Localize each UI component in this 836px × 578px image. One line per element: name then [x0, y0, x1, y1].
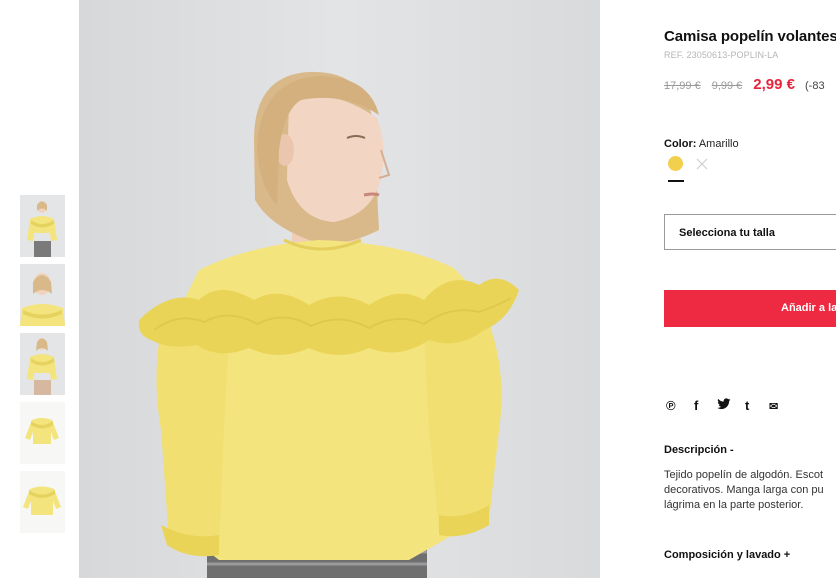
price-previous: 9,99 € — [711, 80, 743, 92]
email-icon[interactable]: ✉ — [769, 400, 778, 413]
facebook-icon[interactable]: f — [694, 398, 698, 413]
description-toggle[interactable]: Descripción - — [664, 444, 734, 456]
twitter-icon[interactable] — [717, 397, 731, 416]
thumbnail-front-view-2[interactable] — [20, 333, 65, 395]
selected-swatch-indicator — [668, 180, 684, 182]
discount-percentage: (-83 — [805, 80, 825, 92]
thumbnail-garment-flat-2[interactable] — [20, 471, 65, 533]
color-swatch-yellow[interactable] — [668, 156, 683, 171]
description-line: Tejido popelín de algodón. Escot — [664, 469, 824, 481]
product-title: Camisa popelín volantes — [664, 28, 836, 45]
color-value: Amarillo — [698, 138, 739, 150]
thumbnail-front-view[interactable] — [20, 195, 65, 257]
main-product-image[interactable] — [79, 0, 600, 578]
product-reference: REF. 23050613-POPLIN-LA — [664, 50, 779, 60]
thumbnail-closeup-view[interactable] — [20, 264, 65, 326]
description-line: lágrima en la parte posterior. — [664, 499, 804, 511]
color-label: Color: — [664, 138, 697, 150]
price-original: 17,99 € — [664, 80, 701, 92]
price-row: 17,99 € 9,99 € 2,99 € (-83 — [664, 76, 825, 93]
product-info-panel: Camisa popelín volantes REF. 23050613-PO… — [664, 0, 836, 578]
thumbnail-gallery — [20, 195, 66, 540]
unavailable-cross-icon — [696, 158, 708, 170]
size-select[interactable]: Selecciona tu talla — [664, 214, 836, 250]
price-current: 2,99 € — [753, 76, 796, 93]
color-selector-label: Color: Amarillo — [664, 138, 739, 150]
description-line: decorativos. Manga larga con pu — [664, 484, 824, 496]
add-to-cart-button[interactable]: Añadir a la — [664, 290, 836, 327]
color-swatch-unavailable[interactable] — [695, 157, 709, 171]
tumblr-icon[interactable]: t — [745, 398, 749, 413]
thumbnail-garment-flat[interactable] — [20, 402, 65, 464]
composition-toggle[interactable]: Composición y lavado + — [664, 549, 790, 561]
pinterest-icon[interactable]: ℗ — [666, 398, 676, 413]
description-text: Tejido popelín de algodón. Escot decorat… — [664, 468, 824, 513]
